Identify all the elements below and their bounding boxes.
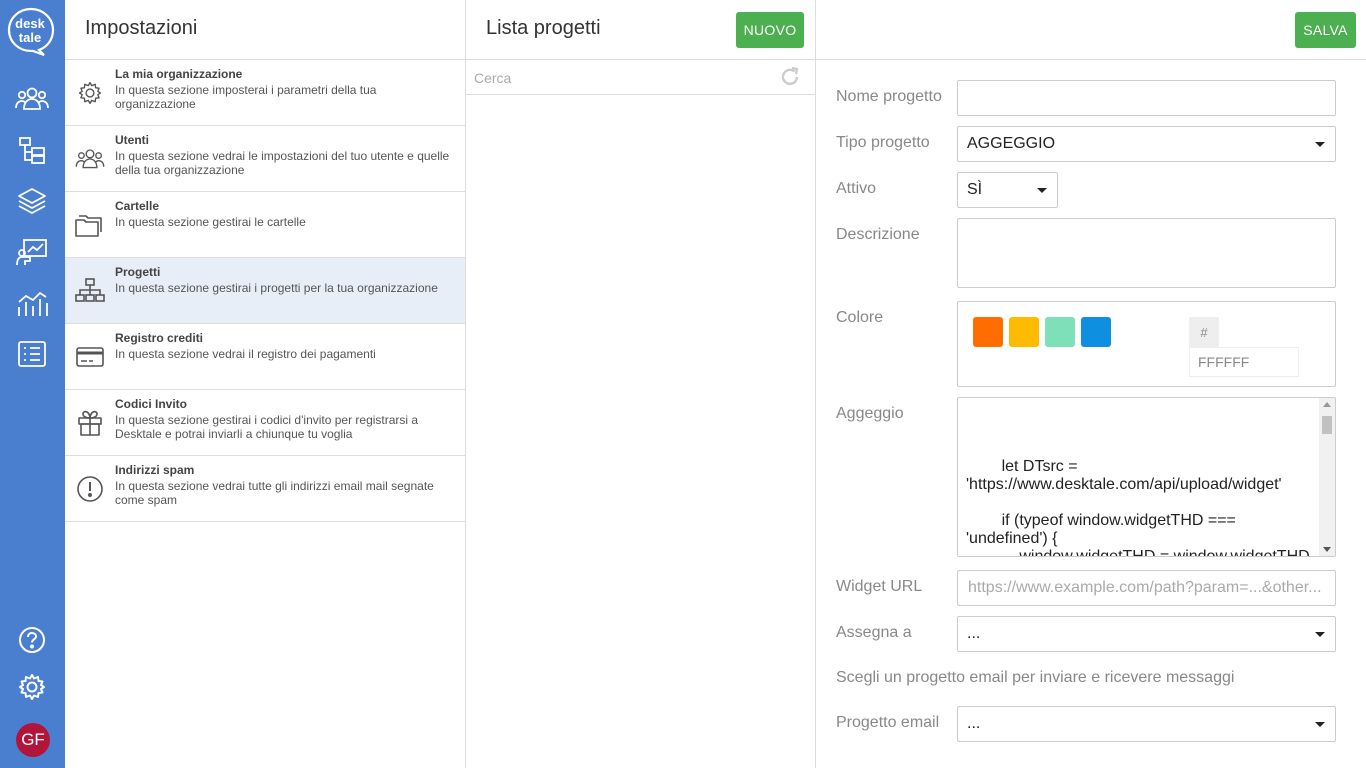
settings-item-spam[interactable]: Indirizzi spam In questa sezione vedrai … [65,456,465,522]
assign-select[interactable]: ... [957,616,1336,652]
settings-panel: Impostazioni La mia organizzazione In qu… [65,0,466,768]
project-search-bar [466,59,815,95]
widget-code-text: let DTsrc = 'https://www.desktale.com/ap… [966,458,1310,557]
settings-item-desc: In questa sezione vedrai tutte gli indir… [115,479,434,507]
settings-list: La mia organizzazione In questa sezione … [65,59,465,522]
project-type-value: AGGEGGIO [967,135,1056,152]
settings-item-title: Registro crediti [115,331,204,345]
assign-label: Assegna a [836,624,912,641]
color-swatch-orange[interactable] [973,317,1003,347]
scroll-up-arrow-icon[interactable] [1323,402,1331,407]
project-form: SALVA Nome progetto Tipo progetto AGGEGG… [816,0,1366,768]
settings-title: Impostazioni [85,17,198,39]
email-project-label: Progetto email [836,714,940,731]
email-project-value: ... [967,715,981,732]
widget-code-field[interactable]: let DTsrc = 'https://www.desktale.com/ap… [957,397,1336,557]
presentation-icon[interactable] [14,234,50,270]
settings-item-projects[interactable]: Progetti In questa sezione gestirai i pr… [65,258,465,324]
settings-item-desc: In questa sezione vedrai le impostazioni… [115,149,450,177]
email-project-select[interactable]: ... [957,706,1336,742]
credit-card-icon [73,341,107,373]
settings-item-desc: In questa sezione imposterai i parametri… [115,83,377,111]
color-swatch-mint[interactable] [1045,317,1075,347]
settings-item-desc: In questa sezione gestirai i progetti pe… [115,281,438,295]
form-toolbar: SALVA [816,0,1366,60]
settings-item-title: Progetti [115,265,161,279]
users-icon [73,143,107,175]
project-type-select[interactable]: AGGEGGIO [957,126,1336,162]
svg-text:tale: tale [19,30,41,45]
chevron-down-icon [1315,142,1325,147]
alert-circle-icon [73,473,107,505]
widget-code-scrollbar[interactable] [1319,398,1335,556]
assign-value: ... [967,625,981,642]
description-field[interactable] [957,218,1336,288]
gear-icon [73,77,107,109]
widget-label: Aggeggio [836,405,904,422]
settings-item-users[interactable]: Utenti In questa sezione vedrai le impos… [65,126,465,192]
hex-color-input[interactable] [1189,347,1299,377]
refresh-icon[interactable] [779,66,801,88]
project-name-field[interactable] [957,80,1336,116]
chevron-down-icon [1315,722,1325,727]
project-list-title: Lista progetti [486,17,601,39]
color-label: Colore [836,309,884,326]
new-project-button[interactable]: NUOVO [736,12,804,48]
settings-item-title: Utenti [115,133,149,147]
settings-item-invite-codes[interactable]: Codici Invito In questa sezione gestirai… [65,390,465,456]
layers-icon[interactable] [14,183,50,219]
list-icon[interactable] [14,336,50,372]
app-rail: desk tale GF [0,0,65,768]
settings-item-credits[interactable]: Registro crediti In questa sezione vedra… [65,324,465,390]
settings-item-title: La mia organizzazione [115,67,243,81]
widget-url-field[interactable] [957,570,1336,606]
chevron-down-icon [1315,632,1325,637]
email-project-hint: Scegli un progetto email per inviare e r… [836,669,1235,686]
settings-item-folders[interactable]: Cartelle In questa sezione gestirai le c… [65,192,465,258]
color-swatch-yellow[interactable] [1009,317,1039,347]
color-swatch-blue[interactable] [1081,317,1111,347]
analytics-icon[interactable] [14,285,50,321]
folder-icon [73,209,107,241]
settings-item-organization[interactable]: La mia organizzazione In questa sezione … [65,60,465,126]
help-icon[interactable] [14,622,50,658]
save-button[interactable]: SALVA [1295,12,1356,48]
active-value: SÌ [967,181,983,198]
team-icon[interactable] [14,81,50,117]
color-picker: # [957,301,1336,387]
description-label: Descrizione [836,226,920,243]
project-name-label: Nome progetto [836,88,942,105]
gift-icon [73,407,107,439]
user-avatar[interactable]: GF [16,723,50,757]
scroll-down-arrow-icon[interactable] [1323,547,1331,552]
settings-item-title: Codici Invito [115,397,187,411]
sitemap-icon [73,275,107,307]
gear-icon[interactable] [14,669,50,705]
settings-item-desc: In questa sezione vedrai il registro dei… [115,347,376,361]
folders-tree-icon[interactable] [14,132,50,168]
chevron-down-icon [1037,188,1047,193]
active-label: Attivo [836,180,877,197]
hex-prefix: # [1189,317,1219,347]
scroll-thumb[interactable] [1322,416,1332,434]
settings-item-desc: In questa sezione gestirai i codici d'in… [115,413,419,441]
active-select[interactable]: SÌ [957,172,1058,208]
settings-item-title: Cartelle [115,199,160,213]
widget-url-label: Widget URL [836,578,923,595]
search-input[interactable] [474,68,764,88]
project-list-panel: Lista progetti NUOVO [466,0,816,768]
project-type-label: Tipo progetto [836,134,930,151]
desktale-logo[interactable]: desk tale [6,6,56,57]
svg-text:desk: desk [15,16,45,31]
settings-item-title: Indirizzi spam [115,463,195,477]
settings-item-desc: In questa sezione gestirai le cartelle [115,215,306,229]
